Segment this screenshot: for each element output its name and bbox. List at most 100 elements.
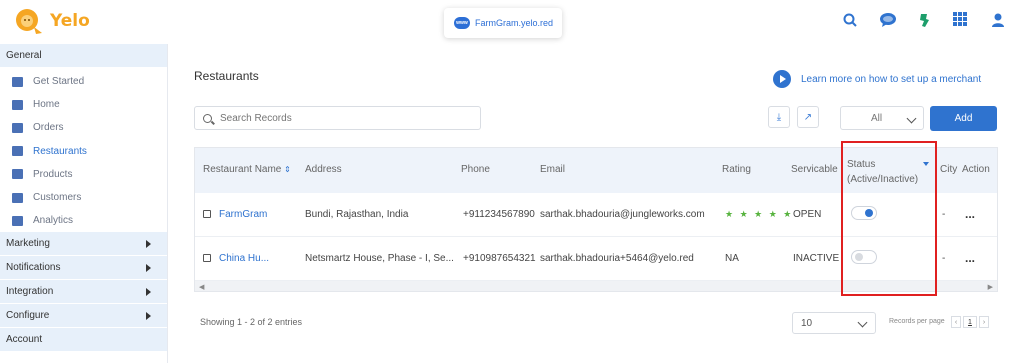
open-external-button[interactable]: ↗ [797,106,819,128]
per-page-select[interactable]: 10 [792,312,876,334]
current-page[interactable]: 1 [963,316,977,328]
checklist-icon [12,76,23,87]
column-label: Restaurant Name [203,164,282,175]
phone-cell: +911234567890 [463,209,535,220]
city-cell: - [942,209,946,220]
chevron-right-icon [146,312,151,321]
sidebar-section-label: General [6,50,42,61]
sidebar-section-label: Configure [6,310,50,322]
chevron-right-icon [146,288,151,297]
phone-cell: +910987654321 [463,253,536,264]
user-icon[interactable] [990,12,1006,28]
more-actions-icon[interactable]: ... [965,251,975,265]
sidebar-item-label: Get Started [33,76,85,88]
sidebar-item-label: Orders [33,122,64,134]
scroll-left-icon[interactable]: ◀ [199,283,204,291]
sidebar-item-home[interactable]: Home [0,93,167,116]
column-header-action: Action [962,164,990,175]
email-cell: sarthak.bhadouria+5464@yelo.red [540,253,694,264]
sidebar-item-products[interactable]: Products [0,163,167,186]
column-header-servicable: Servicable [791,164,838,175]
filter-value: All [871,112,883,124]
prev-page-button[interactable]: ‹ [951,316,961,328]
export-button[interactable]: ⤓ [768,106,790,128]
column-header-address: Address [305,164,342,175]
restaurant-icon [12,146,23,157]
sidebar-section-integration[interactable]: Integration [0,280,167,305]
learn-more-text: Learn more on how to set up a merchant [801,73,982,85]
store-url: FarmGram.yelo.red [475,18,554,28]
sidebar-item-label: Products [33,168,73,180]
products-icon [12,169,23,180]
pagination: ‹ 1 › [951,316,989,328]
column-header-city: City [940,164,958,175]
chevron-down-icon [906,113,917,124]
column-header-phone: Phone [461,164,490,175]
rating-cell: NA [725,253,739,264]
search-icon [203,113,212,123]
sidebar-item-orders[interactable]: Orders [0,116,167,139]
per-page-value: 10 [801,317,813,329]
sidebar-item-label: Customers [33,192,82,204]
status-filter-select[interactable]: All [840,106,924,130]
servicable-cell: OPEN [793,209,822,220]
sidebar-item-label: Home [33,99,60,111]
search-box[interactable] [194,106,481,130]
row-checkbox[interactable] [203,254,211,262]
records-per-page-label: Records per page [889,318,945,325]
row-checkbox[interactable] [203,210,211,218]
chat-icon[interactable] [879,12,896,28]
sidebar-section-marketing[interactable]: Marketing [0,232,167,257]
store-url-link[interactable]: www FarmGram.yelo.red [444,8,562,38]
sidebar-item-get-started[interactable]: Get Started [0,70,167,93]
home-icon [12,99,23,110]
more-actions-icon[interactable]: ... [965,207,975,221]
sidebar-section-label: Integration [6,286,54,298]
sidebar-section-configure[interactable]: Configure [0,304,167,329]
add-button[interactable]: Add [930,106,997,131]
city-cell: - [942,253,946,264]
rating-stars: ★ ★ ★ ★ ★ [725,209,794,219]
column-header-restaurant-name[interactable]: Restaurant Name ⇕ [203,164,291,175]
customers-icon [12,192,23,203]
sidebar-item-restaurants[interactable]: Restaurants [0,140,167,163]
email-cell: sarthak.bhadouria@jungleworks.com [540,209,705,220]
search-input[interactable] [220,112,460,124]
sidebar-section-label: Notifications [6,262,61,274]
download-icon: ⤓ [776,111,782,123]
apps-grid-icon[interactable] [953,12,969,28]
search-icon[interactable] [842,12,858,28]
sort-icon: ⇕ [284,165,291,174]
address-cell: Netsmartz House, Phase - I, Se... [305,253,454,264]
learn-more-link[interactable]: Learn more on how to set up a merchant [773,70,981,88]
next-page-button[interactable]: › [979,316,989,328]
analytics-icon [12,215,23,226]
column-header-rating: Rating [722,164,751,175]
restaurant-name-link[interactable]: China Hu... [219,253,269,264]
orders-icon [12,122,23,133]
chevron-down-icon [857,317,868,328]
sidebar-section-general[interactable]: General [0,44,167,68]
chevron-right-icon [146,264,151,273]
sidebar-item-analytics[interactable]: Analytics [0,209,167,232]
brand-logo[interactable]: Yelo [14,7,90,35]
play-icon [773,70,791,88]
top-bar: Yelo www FarmGram.yelo.red [0,0,1024,44]
highlight-box [841,141,937,296]
page-title: Restaurants [194,69,259,83]
servicable-cell: INACTIVE [793,253,840,264]
main-content: Restaurants Learn more on how to set up … [168,44,1024,363]
sidebar-section-notifications[interactable]: Notifications [0,256,167,281]
puzzle-icon[interactable] [916,12,932,28]
globe-icon: www [454,17,470,29]
sidebar-item-label: Restaurants [33,145,87,157]
chevron-right-icon [146,240,151,249]
sidebar-item-customers[interactable]: Customers [0,186,167,209]
external-link-icon: ↗ [803,111,813,123]
lion-logo-icon [16,9,42,34]
scroll-right-icon[interactable]: ▶ [988,283,993,291]
address-cell: Bundi, Rajasthan, India [305,209,409,220]
sidebar-section-account[interactable]: Account [0,328,167,353]
sidebar: General Get Started Home Orders Restaura… [0,44,168,363]
restaurant-name-link[interactable]: FarmGram [219,209,267,220]
